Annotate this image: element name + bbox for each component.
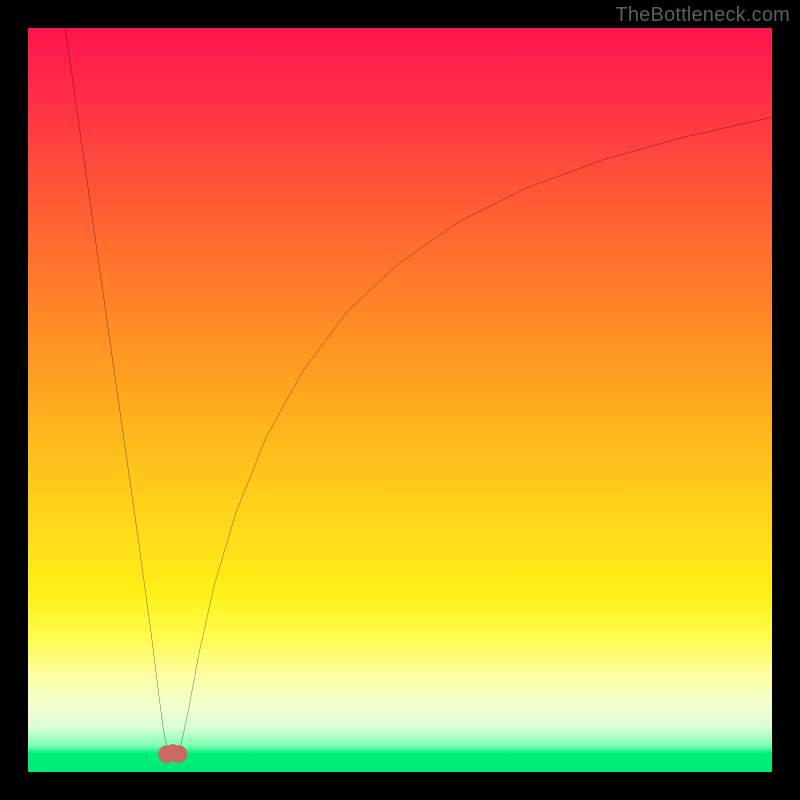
watermark-text: TheBottleneck.com <box>615 4 790 27</box>
min-bridge <box>166 744 179 757</box>
bottleneck-curve <box>65 28 772 756</box>
chart-svg <box>28 28 772 772</box>
chart-frame <box>28 28 772 772</box>
min-marker <box>158 744 187 763</box>
